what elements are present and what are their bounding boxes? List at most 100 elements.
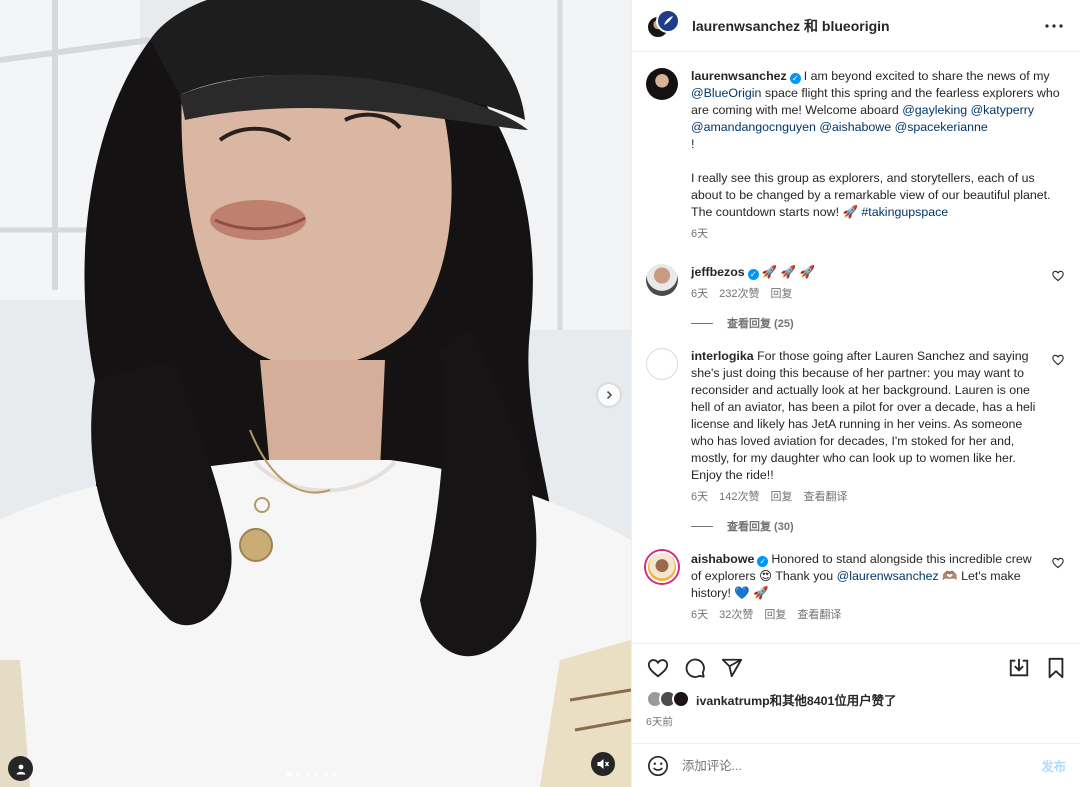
caption-meta: 6天: [691, 226, 1064, 243]
blueorigin-avatar: [656, 8, 680, 33]
mention-link[interactable]: @spacekerianne: [895, 120, 988, 134]
heart-icon[interactable]: [1052, 557, 1064, 569]
post-author-title[interactable]: laurenwsanchez 和 blueorigin: [692, 16, 1042, 36]
verified-badge-icon: ✓: [757, 556, 769, 567]
caption-text-part: I am beyond excited to share the news of…: [803, 69, 1050, 83]
comment-body: interlogika For those going after Lauren…: [691, 348, 1064, 506]
comment-text: jeffbezos ✓ 🚀 🚀 🚀: [691, 264, 1040, 281]
likes-text: ivankatrump和其他8401位用户赞了: [696, 694, 897, 708]
tagged-users-button[interactable]: [8, 756, 33, 781]
mention-link[interactable]: @BlueOrigin: [691, 86, 761, 100]
caption-text-part: !: [691, 137, 695, 151]
avatar[interactable]: [646, 264, 678, 296]
likes-summary[interactable]: ivankatrump和其他8401位用户赞了: [646, 690, 1068, 710]
comment-time[interactable]: 6天: [691, 489, 708, 506]
carousel-indicator: [287, 772, 337, 777]
comment-item: jeffbezos ✓ 🚀 🚀 🚀 6天 232次赞 回复: [646, 264, 1064, 303]
post-side-panel: laurenwsanchez 和 blueorigin laurenwsanch…: [631, 0, 1080, 787]
comment-like-count[interactable]: 142次赞: [719, 489, 759, 506]
comment-meta: 6天 142次赞 回复 查看翻译: [691, 489, 1040, 506]
divider: [691, 322, 713, 324]
share-button[interactable]: [720, 656, 744, 680]
comment-like-count[interactable]: 32次赞: [719, 607, 753, 624]
comment-icon: [685, 658, 705, 678]
post-comment-button[interactable]: 发布: [1041, 757, 1066, 775]
mention-link[interactable]: @amandangocnguyen: [691, 120, 816, 134]
comment-content: 🚀 🚀 🚀: [761, 265, 815, 279]
send-icon: [721, 658, 743, 678]
save-button[interactable]: [1044, 656, 1068, 680]
caption-text: laurenwsanchez ✓ I am beyond excited to sh…: [691, 68, 1064, 153]
translate-button[interactable]: 查看翻译: [803, 489, 847, 506]
comment-time[interactable]: 6天: [691, 607, 708, 624]
avatar[interactable]: [646, 348, 678, 380]
comment-content: For those going after Lauren Sanchez and…: [691, 349, 1036, 482]
avatar: [672, 690, 690, 708]
comment-text: interlogika For those going after Lauren…: [691, 348, 1040, 484]
comment-username[interactable]: interlogika: [691, 349, 754, 363]
mute-button[interactable]: [591, 752, 615, 776]
comment-item: aishabowe ✓ Honored to stand alongside thi…: [646, 551, 1064, 624]
mention-link[interactable]: @katyperry: [971, 103, 1035, 117]
comment-body: jeffbezos ✓ 🚀 🚀 🚀 6天 232次赞 回复: [691, 264, 1064, 303]
heart-icon[interactable]: [1052, 354, 1064, 366]
heart-icon: [647, 659, 669, 678]
comment-item: interlogika For those going after Lauren…: [646, 348, 1064, 506]
comment-input[interactable]: [682, 758, 1042, 773]
comments-list[interactable]: laurenwsanchez ✓ I am beyond excited to sh…: [632, 52, 1080, 643]
carousel-dot: [305, 772, 310, 777]
post-media[interactable]: [0, 0, 631, 787]
emoji-button[interactable]: [646, 754, 670, 778]
mention-link[interactable]: @aishabowe: [819, 120, 891, 134]
carousel-dot: [332, 772, 337, 777]
mention-link[interactable]: @laurenwsanchez: [837, 569, 939, 583]
mention-link[interactable]: @gayleking: [902, 103, 967, 117]
comment-username[interactable]: jeffbezos: [691, 265, 745, 279]
comment-username[interactable]: aishabowe: [691, 552, 754, 566]
caption-username[interactable]: laurenwsanchez: [691, 69, 787, 83]
comment-meta: 6天 32次赞 回复 查看翻译: [691, 607, 1040, 624]
liker-avatars: [646, 690, 692, 710]
comment-like-count[interactable]: 232次赞: [719, 286, 759, 303]
comment-button[interactable]: [683, 656, 707, 680]
view-replies-button[interactable]: 查看回复 (30): [691, 518, 1064, 534]
reply-button[interactable]: 回复: [764, 607, 786, 624]
carousel-dot: [314, 772, 319, 777]
more-options-button[interactable]: [1042, 14, 1066, 38]
reply-button[interactable]: 回复: [770, 286, 792, 303]
avatar[interactable]: [646, 551, 678, 583]
reply-button[interactable]: 回复: [770, 489, 792, 506]
comment-body: aishabowe ✓ Honored to stand alongside thi…: [691, 551, 1064, 624]
comment-text: aishabowe ✓ Honored to stand alongside thi…: [691, 551, 1040, 602]
post-timestamp[interactable]: 6天前: [646, 714, 1068, 729]
heart-icon[interactable]: [1052, 270, 1064, 282]
like-button[interactable]: [646, 656, 670, 680]
comment-time[interactable]: 6天: [691, 286, 708, 303]
divider: [691, 525, 713, 527]
avatar[interactable]: [646, 68, 678, 100]
caption-paragraph: I really see this group as explorers, an…: [691, 170, 1064, 221]
next-slide-button[interactable]: [598, 384, 620, 406]
view-replies-label: 查看回复 (30): [727, 521, 794, 533]
hashtag-link[interactable]: #takingupspace: [861, 205, 948, 219]
caption-body: laurenwsanchez ✓ I am beyond excited to sh…: [691, 68, 1064, 243]
comment-meta: 6天 232次赞 回复: [691, 286, 1040, 303]
feather-logo-icon: [664, 15, 673, 25]
download-button[interactable]: [1007, 656, 1031, 680]
view-replies-button[interactable]: 查看回复 (25): [691, 315, 1064, 331]
user-tag-icon: [16, 764, 25, 774]
post-header: laurenwsanchez 和 blueorigin: [632, 0, 1080, 52]
carousel-dot: [296, 772, 301, 777]
bookmark-icon: [1048, 657, 1064, 679]
speaker-muted-icon: [597, 759, 610, 769]
action-bar: [646, 654, 1068, 682]
chevron-right-icon: [606, 390, 613, 400]
carousel-dot: [287, 772, 292, 777]
post-caption: laurenwsanchez ✓ I am beyond excited to sh…: [646, 68, 1064, 243]
caption-time[interactable]: 6天: [691, 226, 708, 243]
collab-avatars[interactable]: [646, 8, 680, 43]
emoji-icon: [648, 755, 668, 776]
translate-button[interactable]: 查看翻译: [797, 607, 841, 624]
add-comment-bar: 发布: [632, 743, 1080, 787]
download-icon: [1009, 658, 1029, 677]
